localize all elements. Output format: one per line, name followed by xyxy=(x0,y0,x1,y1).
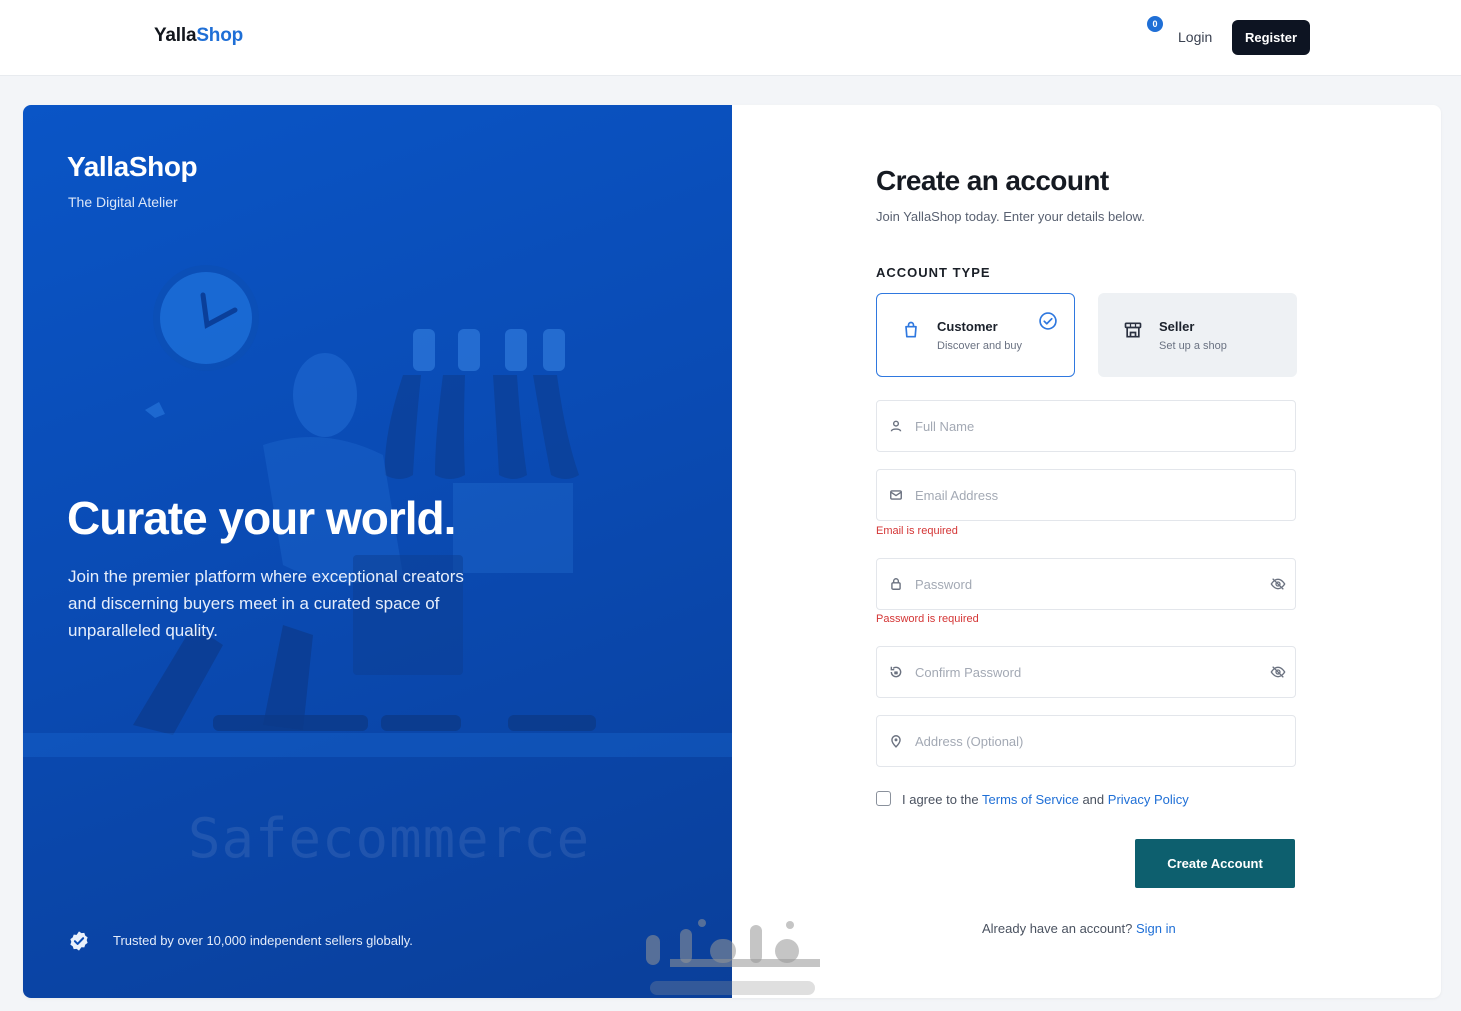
account-type-description: Discover and buy xyxy=(937,340,1022,352)
email-field xyxy=(876,469,1296,521)
location-pin-icon xyxy=(891,735,901,748)
hero-headline: Curate your world. xyxy=(67,492,456,544)
hero-brand: YallaShop xyxy=(67,151,198,182)
terms-of-service-link[interactable]: Terms of Service xyxy=(982,792,1079,807)
terms-checkbox[interactable] xyxy=(876,791,891,806)
login-link[interactable]: Login xyxy=(1178,29,1212,45)
signin-prompt: Already have an account? Sign in xyxy=(982,921,1176,936)
email-input[interactable] xyxy=(915,470,1255,520)
password-field xyxy=(876,558,1296,610)
account-type-label: ACCOUNT TYPE xyxy=(876,265,991,280)
create-account-button[interactable]: Create Account xyxy=(1135,839,1295,888)
check-circle-icon xyxy=(1039,312,1057,330)
privacy-policy-link[interactable]: Privacy Policy xyxy=(1108,792,1189,807)
hero-tagline: The Digital Atelier xyxy=(68,194,178,210)
mail-icon xyxy=(890,490,902,500)
form-title: Create an account xyxy=(876,165,1109,196)
hero-panel: YallaShop The Digital Atelier Curate you… xyxy=(23,105,732,998)
lock-icon xyxy=(891,578,901,590)
account-type-seller[interactable]: Seller Set up a shop xyxy=(1098,293,1297,377)
confirm-password-field xyxy=(876,646,1296,698)
address-field xyxy=(876,715,1296,767)
user-icon xyxy=(890,420,902,432)
password-error: Password is required xyxy=(876,613,979,625)
top-navbar: YallaShop 0 Login Register xyxy=(0,0,1461,76)
terms-text: I agree to the Terms of Service and Priv… xyxy=(902,792,1189,807)
register-button[interactable]: Register xyxy=(1232,20,1310,55)
form-subtitle: Join YallaShop today. Enter your details… xyxy=(876,209,1145,224)
address-input[interactable] xyxy=(915,716,1255,766)
account-type-customer[interactable]: Customer Discover and buy xyxy=(876,293,1075,377)
hero-description: Join the premier platform where exceptio… xyxy=(68,567,464,640)
account-type-name: Customer xyxy=(937,319,998,334)
confirm-password-input[interactable] xyxy=(915,647,1255,697)
signin-prompt-text: Already have an account? xyxy=(982,921,1133,936)
terms-and: and xyxy=(1082,792,1105,807)
reset-lock-icon xyxy=(890,666,902,678)
storefront-icon xyxy=(1124,322,1142,338)
eye-off-icon[interactable] xyxy=(1270,664,1286,680)
shopping-bag-icon xyxy=(905,321,917,338)
sign-in-link[interactable]: Sign in xyxy=(1136,921,1176,936)
account-type-name: Seller xyxy=(1159,319,1195,334)
signup-card: YallaShop The Digital Atelier Curate you… xyxy=(23,105,1441,998)
site-logo[interactable]: YallaShop xyxy=(154,25,243,47)
signup-form: Create an account Join YallaShop today. … xyxy=(876,105,1297,998)
trust-statement: Trusted by over 10,000 independent selle… xyxy=(113,933,413,948)
logo-text-shop: Shop xyxy=(196,25,244,46)
email-error: Email is required xyxy=(876,525,958,537)
account-type-description: Set up a shop xyxy=(1159,340,1227,352)
logo-text-yalla: Yalla xyxy=(154,25,197,46)
eye-off-icon[interactable] xyxy=(1270,576,1286,592)
illustration-watermark: Safecommerce xyxy=(188,807,591,870)
full-name-input[interactable] xyxy=(915,401,1255,451)
full-name-field xyxy=(876,400,1296,452)
site-watermark-logo xyxy=(646,919,820,995)
verified-badge-icon xyxy=(70,931,88,951)
terms-prefix: I agree to the xyxy=(902,792,979,807)
password-input[interactable] xyxy=(915,559,1255,609)
notification-badge[interactable]: 0 xyxy=(1147,16,1163,32)
